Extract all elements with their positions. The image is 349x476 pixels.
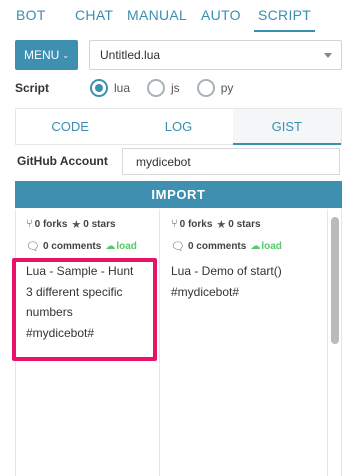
gist-card[interactable]: ⑂ 0 forks ★ 0 stars 🗨 0 comments ☁ load … — [160, 209, 328, 476]
nav-tab-script[interactable]: SCRIPT — [253, 0, 316, 32]
radio-py-label: py — [220, 81, 234, 95]
radio-js-circle[interactable] — [147, 79, 166, 97]
cloud-download-icon: ☁ — [105, 240, 116, 252]
nav-tab-bot[interactable]: BOT — [16, 0, 46, 32]
gist-card[interactable]: ⑂ 0 forks ★ 0 stars 🗨 0 comments ☁ load … — [16, 209, 160, 476]
gist-load-link[interactable]: ☁ load — [250, 241, 282, 252]
comment-icon: 🗨 — [26, 240, 40, 253]
tab-code[interactable]: CODE — [16, 109, 124, 144]
script-language-row: Script lua js py — [15, 77, 345, 99]
chevron-down-icon: ⌄ — [62, 50, 70, 60]
fork-icon: ⑂ — [26, 218, 33, 230]
cloud-download-icon: ☁ — [250, 240, 261, 252]
radio-lua[interactable]: lua — [90, 79, 130, 97]
gist-comments-row: 🗨 0 comments ☁ load — [171, 239, 327, 253]
gist-description-line: 3 different specific — [26, 284, 123, 299]
menu-button[interactable]: MENU ⌄ — [15, 40, 78, 70]
gist-list: ⑂ 0 forks ★ 0 stars 🗨 0 comments ☁ load … — [15, 209, 342, 476]
gist-description-line: #mydicebot# — [171, 284, 240, 299]
gist-stats: ⑂ 0 forks ★ 0 stars — [171, 217, 327, 231]
script-label: Script — [15, 81, 50, 95]
radio-js[interactable]: js — [147, 79, 180, 97]
fork-icon: ⑂ — [171, 218, 178, 230]
radio-js-label: js — [171, 81, 180, 95]
tab-log[interactable]: LOG — [124, 109, 232, 144]
nav-tab-manual[interactable]: MANUAL — [127, 0, 187, 32]
radio-py[interactable]: py — [196, 79, 234, 97]
gist-description-line: numbers — [26, 305, 73, 319]
gist-comments: 0 comments — [42, 240, 102, 252]
nav-tab-chat[interactable]: CHAT — [75, 0, 113, 32]
nav-tab-auto[interactable]: AUTO — [201, 0, 241, 32]
gist-comments-row: 🗨 0 comments ☁ load — [26, 239, 159, 253]
gist-stars: 0 stars — [228, 218, 261, 230]
script-subtabs: CODE LOG GIST — [15, 108, 342, 145]
script-toolbar: MENU ⌄ Untitled.lua — [15, 40, 342, 70]
github-account-label: GitHub Account — [17, 154, 108, 168]
gist-description-line: Lua - Sample - Hunt — [26, 264, 134, 278]
radio-lua-circle[interactable] — [90, 79, 108, 97]
gist-forks: 0 forks — [179, 218, 213, 230]
star-icon: ★ — [71, 218, 82, 231]
tab-gist[interactable]: GIST — [232, 109, 342, 145]
gist-description-line: #mydicebot# — [26, 325, 95, 340]
radio-py-circle[interactable] — [196, 79, 215, 97]
gist-description-line: Lua - Demo of start() — [171, 264, 282, 278]
gist-description: Lua - Sample - Hunt 3 different specific… — [26, 261, 159, 343]
gist-load-link[interactable]: ☁ load — [105, 241, 137, 252]
github-account-input[interactable] — [122, 148, 340, 175]
gist-load-label: load — [116, 240, 137, 252]
star-icon: ★ — [216, 218, 227, 231]
top-nav: BOT CHAT MANUAL AUTO SCRIPT — [0, 0, 349, 32]
gist-load-label: load — [261, 240, 282, 252]
gist-list-scrollbar[interactable] — [331, 217, 339, 344]
radio-lua-label: lua — [114, 81, 131, 95]
comment-icon: 🗨 — [171, 240, 185, 253]
gist-stats: ⑂ 0 forks ★ 0 stars — [26, 217, 159, 231]
gist-description: Lua - Demo of start() #mydicebot# — [171, 261, 327, 302]
gist-forks: 0 forks — [34, 218, 68, 230]
script-file-select[interactable]: Untitled.lua — [89, 40, 342, 70]
script-file-name: Untitled.lua — [100, 48, 161, 62]
github-account-row: GitHub Account — [15, 148, 342, 175]
gist-comments: 0 comments — [187, 240, 247, 252]
gist-stars: 0 stars — [83, 218, 116, 230]
dropdown-arrow-icon — [324, 53, 332, 58]
menu-button-label: MENU — [23, 48, 60, 62]
import-button[interactable]: IMPORT — [15, 181, 342, 208]
